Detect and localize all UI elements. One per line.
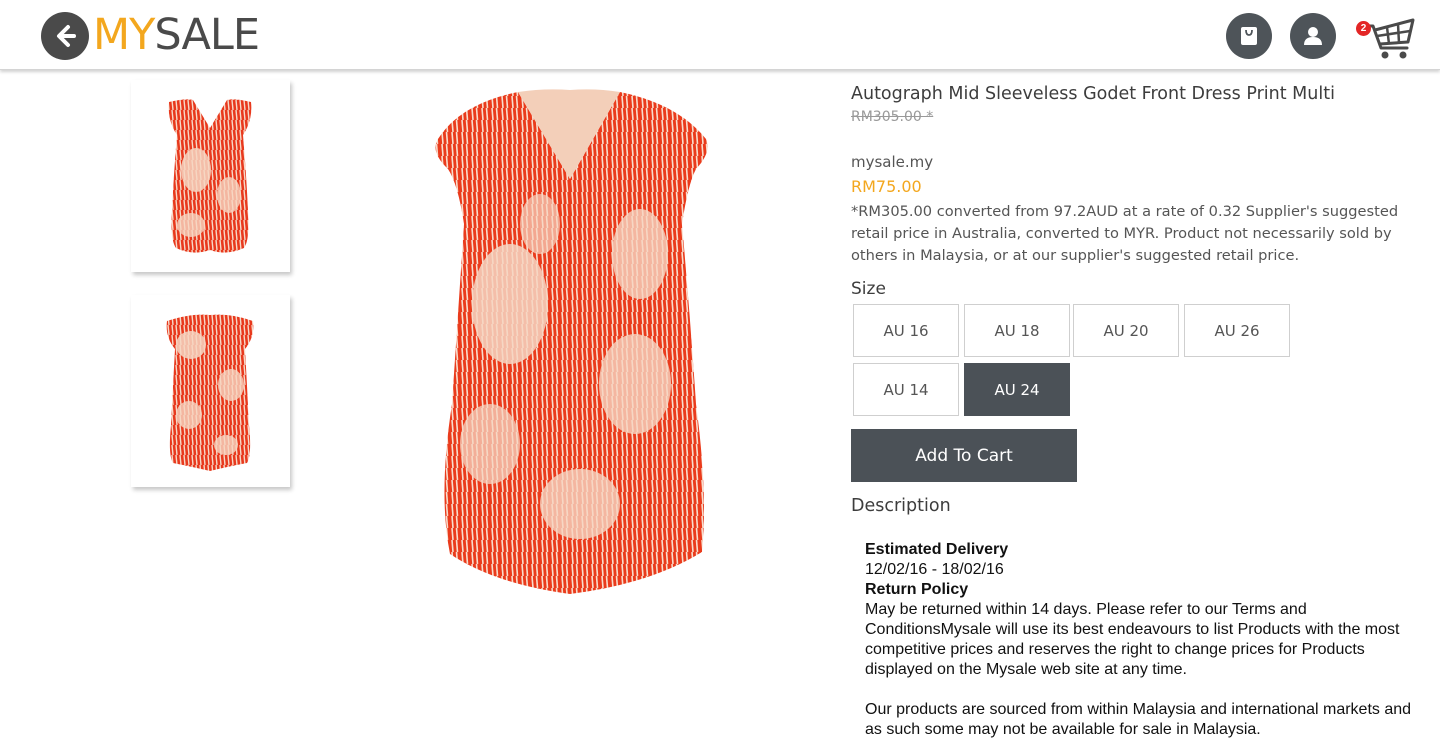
shopping-bag-icon	[1241, 27, 1257, 45]
delivery-dates: 12/02/16 - 18/02/16	[865, 561, 1004, 578]
thumbnail-back[interactable]	[131, 295, 290, 487]
thumbnail-front[interactable]	[131, 80, 290, 272]
back-arrow-icon	[57, 25, 76, 47]
back-button[interactable]	[41, 12, 89, 60]
price-conversion-note: *RM305.00 converted from 97.2AUD at a ra…	[851, 203, 1399, 264]
description-body: Estimated Delivery 12/02/16 - 18/02/16 R…	[865, 540, 1425, 739]
size-option-au24[interactable]: AU 24	[964, 363, 1070, 416]
delivery-label: Estimated Delivery	[865, 541, 1009, 558]
dress-front-thumbnail-image	[168, 99, 252, 253]
account-button[interactable]	[1290, 13, 1336, 59]
cart-count-badge: 2	[1356, 21, 1371, 36]
original-price: RM305.00 *	[851, 109, 934, 125]
size-label: Size	[851, 279, 886, 299]
mysale-logo[interactable]: MYSALE	[93, 10, 260, 60]
size-option-au14[interactable]: AU 14	[853, 363, 959, 416]
seller-name[interactable]: mysale.my	[851, 153, 933, 171]
add-to-cart-button[interactable]: Add To Cart	[851, 429, 1077, 482]
sale-price: RM75.00	[851, 177, 922, 196]
description-heading: Description	[851, 496, 951, 516]
site-header: MYSALE 2	[0, 0, 1440, 70]
dress-main-image	[435, 89, 708, 594]
sourcing-text: Our products are sourced from within Mal…	[865, 701, 1412, 738]
size-option-au18[interactable]: AU 18	[964, 304, 1070, 357]
logo-my: MY	[93, 10, 155, 60]
size-option-au26[interactable]: AU 26	[1184, 304, 1290, 357]
return-policy-text: May be returned within 14 days. Please r…	[865, 601, 1400, 678]
dress-back-thumbnail-image	[166, 314, 254, 471]
return-policy-label: Return Policy	[865, 581, 969, 598]
size-option-au16[interactable]: AU 16	[853, 304, 959, 357]
logo-sale: SALE	[154, 10, 260, 60]
product-title: Autograph Mid Sleeveless Godet Front Dre…	[851, 84, 1335, 104]
user-icon	[1304, 27, 1322, 45]
size-option-au20[interactable]: AU 20	[1073, 304, 1179, 357]
shopping-bag-button[interactable]	[1226, 13, 1272, 59]
